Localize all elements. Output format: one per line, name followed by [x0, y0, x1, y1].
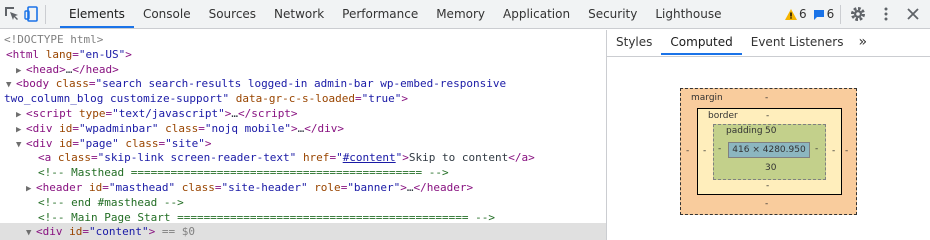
devtools-toolbar: Elements Console Sources Network Perform…	[0, 0, 930, 29]
dom-node-text: two_column_blog customize-support" data-…	[4, 92, 409, 106]
border-bottom-value[interactable]: -	[766, 181, 769, 191]
toolbar-separator	[840, 5, 841, 24]
dom-node-text: <html lang="en-US">	[6, 47, 132, 61]
dom-node-line[interactable]: ▼ <div id="content"> == $0	[0, 223, 606, 240]
padding-top-value[interactable]: 50	[765, 126, 776, 136]
padding-bottom-value[interactable]: 30	[765, 163, 776, 173]
dom-tree: <!DOCTYPE html> <html lang="en-US"> ▶ <head…	[0, 30, 607, 240]
box-model-margin: margin - - - - border - - - - padding 50…	[680, 88, 857, 215]
warnings-count: 6	[799, 7, 807, 21]
tab-event-listeners[interactable]: Event Listeners	[742, 30, 853, 55]
border-left-value[interactable]: -	[703, 146, 706, 156]
dom-node-text: <body class="search search-results logge…	[16, 77, 507, 91]
box-model-border: border - - - - padding 50 30 - - 416 × 4…	[697, 108, 842, 195]
warning-icon	[785, 8, 797, 20]
tab-computed[interactable]: Computed	[661, 30, 742, 55]
tab-performance[interactable]: Performance	[333, 0, 427, 28]
margin-bottom-value[interactable]: -	[765, 199, 768, 209]
tab-styles[interactable]: Styles	[607, 30, 661, 55]
box-model-content-size[interactable]: 416 × 4280.950	[728, 142, 810, 158]
messages-count: 6	[826, 7, 835, 21]
tab-network[interactable]: Network	[265, 0, 333, 28]
dom-node-text: <a class="skip-link screen-reader-text" …	[38, 151, 535, 165]
dom-node-text: <div id="wpadminbar" class="nojq mobile"…	[26, 121, 344, 135]
more-tabs-chevron-icon[interactable]: »	[852, 30, 873, 55]
close-icon[interactable]	[904, 5, 922, 23]
padding-left-value[interactable]: -	[718, 144, 721, 154]
tab-security[interactable]: Security	[579, 0, 646, 28]
tab-memory[interactable]: Memory	[427, 0, 494, 28]
message-icon	[813, 9, 824, 20]
tab-application[interactable]: Application	[494, 0, 579, 28]
box-model-padding: padding 50 30 - - 416 × 4280.950	[713, 124, 826, 180]
gear-icon[interactable]	[849, 5, 867, 23]
tab-elements[interactable]: Elements	[60, 0, 134, 28]
margin-right-value[interactable]: -	[845, 146, 848, 156]
dom-node-text: <!DOCTYPE html>	[4, 33, 104, 46]
collapse-triangle-icon[interactable]: ▼	[26, 225, 36, 240]
padding-label: padding	[726, 126, 763, 136]
border-right-value[interactable]: -	[832, 146, 835, 156]
dom-node-text: <!-- Masthead ==========================…	[38, 166, 449, 180]
issues-counter[interactable]: 6 6	[785, 7, 834, 21]
device-toolbar-icon[interactable]	[23, 5, 41, 23]
tab-console[interactable]: Console	[134, 0, 200, 28]
dom-node-text: <div id="content"> == $0	[36, 225, 195, 239]
more-options-icon[interactable]	[877, 5, 895, 23]
dom-node-text: <head>…</head>	[26, 62, 119, 76]
margin-label: margin	[691, 93, 723, 103]
dom-node-text: <script type="text/javascript">…</script…	[26, 107, 298, 120]
main-tabs: Elements Console Sources Network Perform…	[60, 0, 731, 29]
tab-sources[interactable]: Sources	[200, 0, 265, 28]
padding-right-value[interactable]: -	[815, 144, 818, 154]
border-top-value[interactable]: -	[766, 111, 769, 121]
dom-node-text: <!-- Main Page Start ===================…	[38, 210, 495, 224]
margin-left-value[interactable]: -	[686, 146, 689, 156]
margin-top-value[interactable]: -	[765, 93, 768, 103]
border-label: border	[708, 111, 738, 121]
inspect-element-icon[interactable]	[3, 5, 21, 23]
dom-node-text: <div id="page" class="site">	[26, 136, 212, 150]
toolbar-separator	[45, 5, 46, 24]
dom-node-text: <header id="masthead" class="site-header…	[36, 181, 474, 194]
dom-node-text: <!-- end #masthead -->	[38, 195, 184, 209]
styles-panel-tabs: Styles Computed Event Listeners »	[607, 30, 930, 57]
tab-lighthouse[interactable]: Lighthouse	[646, 0, 730, 28]
